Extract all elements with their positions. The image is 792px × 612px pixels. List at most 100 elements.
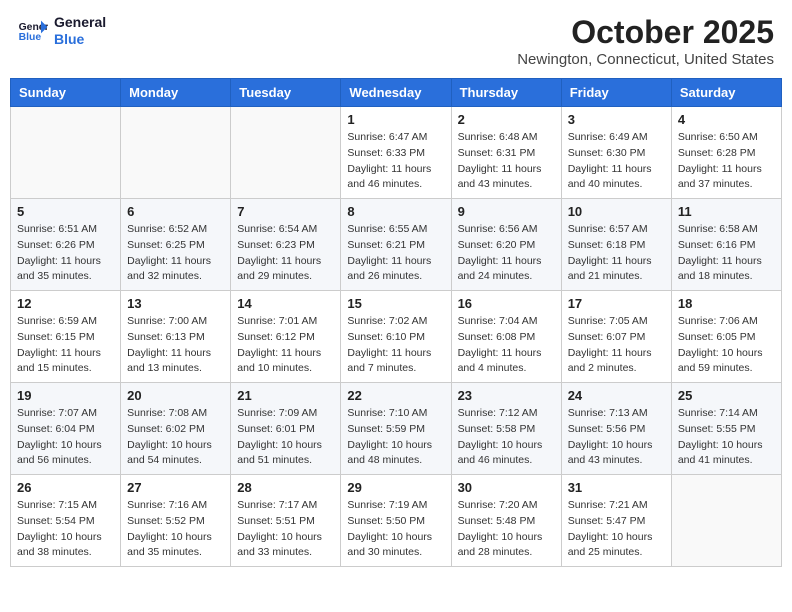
weekday-header: Wednesday (341, 79, 451, 107)
day-info: Sunrise: 7:06 AMSunset: 6:05 PMDaylight:… (678, 314, 775, 377)
calendar-header-row: SundayMondayTuesdayWednesdayThursdayFrid… (11, 79, 782, 107)
calendar-cell: 28 Sunrise: 7:17 AMSunset: 5:51 PMDayligh… (231, 475, 341, 567)
calendar-cell: 11Sunrise: 6:58 AMSunset: 6:16 PMDayligh… (671, 199, 781, 291)
calendar-cell: 6 Sunrise: 6:52 AMSunset: 6:25 PMDaylight… (121, 199, 231, 291)
day-number: 25 (678, 388, 775, 403)
calendar-cell: 26 Sunrise: 7:15 AMSunset: 5:54 PMDayligh… (11, 475, 121, 567)
day-info: Sunrise: 7:08 AMSunset: 6:02 PMDaylight:… (127, 406, 224, 469)
day-info: Sunrise: 7:21 AMSunset: 5:47 PMDaylight:… (568, 498, 665, 561)
calendar-cell: 29Sunrise: 7:19 AMSunset: 5:50 PMDayligh… (341, 475, 451, 567)
day-number: 18 (678, 296, 775, 311)
day-number: 13 (127, 296, 224, 311)
day-number: 31 (568, 480, 665, 495)
weekday-header: Sunday (11, 79, 121, 107)
calendar-cell: 4 Sunrise: 6:50 AMSunset: 6:28 PMDaylight… (671, 107, 781, 199)
day-info: Sunrise: 6:57 AMSunset: 6:18 PMDaylight:… (568, 222, 665, 285)
day-number: 12 (17, 296, 114, 311)
calendar-week-row: 26 Sunrise: 7:15 AMSunset: 5:54 PMDayligh… (11, 475, 782, 567)
calendar-cell (231, 107, 341, 199)
day-number: 23 (458, 388, 555, 403)
day-number: 16 (458, 296, 555, 311)
calendar-cell: 24 Sunrise: 7:13 AMSunset: 5:56 PMDayligh… (561, 383, 671, 475)
day-info: Sunrise: 7:10 AMSunset: 5:59 PMDaylight:… (347, 406, 444, 469)
day-number: 9 (458, 204, 555, 219)
calendar-cell: 25 Sunrise: 7:14 AMSunset: 5:55 PMDayligh… (671, 383, 781, 475)
day-number: 24 (568, 388, 665, 403)
calendar-cell: 9 Sunrise: 6:56 AMSunset: 6:20 PMDaylight… (451, 199, 561, 291)
weekday-header: Saturday (671, 79, 781, 107)
day-info: Sunrise: 6:47 AMSunset: 6:33 PMDaylight:… (347, 130, 444, 193)
day-info: Sunrise: 7:09 AMSunset: 6:01 PMDaylight:… (237, 406, 334, 469)
day-info: Sunrise: 7:17 AMSunset: 5:51 PMDaylight:… (237, 498, 334, 561)
day-info: Sunrise: 7:00 AMSunset: 6:13 PMDaylight:… (127, 314, 224, 377)
calendar-cell: 19Sunrise: 7:07 AMSunset: 6:04 PMDayligh… (11, 383, 121, 475)
day-info: Sunrise: 7:13 AMSunset: 5:56 PMDaylight:… (568, 406, 665, 469)
day-info: Sunrise: 6:58 AMSunset: 6:16 PMDaylight:… (678, 222, 775, 285)
day-number: 14 (237, 296, 334, 311)
weekday-header: Tuesday (231, 79, 341, 107)
page-header: General Blue General Blue October 2025 N… (10, 10, 782, 72)
calendar-cell: 17 Sunrise: 7:05 AMSunset: 6:07 PMDayligh… (561, 291, 671, 383)
day-number: 15 (347, 296, 444, 311)
day-number: 10 (568, 204, 665, 219)
calendar-cell: 15 Sunrise: 7:02 AMSunset: 6:10 PMDayligh… (341, 291, 451, 383)
day-info: Sunrise: 7:20 AMSunset: 5:48 PMDaylight:… (458, 498, 555, 561)
day-number: 17 (568, 296, 665, 311)
calendar-cell: 14Sunrise: 7:01 AMSunset: 6:12 PMDayligh… (231, 291, 341, 383)
day-number: 30 (458, 480, 555, 495)
day-number: 27 (127, 480, 224, 495)
day-number: 26 (17, 480, 114, 495)
calendar-cell: 16 Sunrise: 7:04 AMSunset: 6:08 PMDayligh… (451, 291, 561, 383)
calendar-cell (671, 475, 781, 567)
calendar-cell: 27 Sunrise: 7:16 AMSunset: 5:52 PMDayligh… (121, 475, 231, 567)
calendar-cell: 2Sunrise: 6:48 AMSunset: 6:31 PMDaylight… (451, 107, 561, 199)
day-info: Sunrise: 6:54 AMSunset: 6:23 PMDaylight:… (237, 222, 334, 285)
day-info: Sunrise: 7:04 AMSunset: 6:08 PMDaylight:… (458, 314, 555, 377)
weekday-header: Thursday (451, 79, 561, 107)
day-info: Sunrise: 7:15 AMSunset: 5:54 PMDaylight:… (17, 498, 114, 561)
day-number: 6 (127, 204, 224, 219)
day-number: 4 (678, 112, 775, 127)
calendar-cell (11, 107, 121, 199)
calendar-cell: 31 Sunrise: 7:21 AMSunset: 5:47 PMDayligh… (561, 475, 671, 567)
calendar-table: SundayMondayTuesdayWednesdayThursdayFrid… (10, 78, 782, 567)
calendar-cell: 21Sunrise: 7:09 AMSunset: 6:01 PMDayligh… (231, 383, 341, 475)
title-block: October 2025 Newington, Connecticut, Uni… (517, 14, 774, 68)
calendar-cell: 5 Sunrise: 6:51 AMSunset: 6:26 PMDaylight… (11, 199, 121, 291)
calendar-cell (121, 107, 231, 199)
weekday-header: Monday (121, 79, 231, 107)
day-info: Sunrise: 7:05 AMSunset: 6:07 PMDaylight:… (568, 314, 665, 377)
day-info: Sunrise: 6:48 AMSunset: 6:31 PMDaylight:… (458, 130, 555, 193)
day-info: Sunrise: 6:59 AMSunset: 6:15 PMDaylight:… (17, 314, 114, 377)
calendar-cell: 20Sunrise: 7:08 AMSunset: 6:02 PMDayligh… (121, 383, 231, 475)
day-info: Sunrise: 7:02 AMSunset: 6:10 PMDaylight:… (347, 314, 444, 377)
calendar-week-row: 19Sunrise: 7:07 AMSunset: 6:04 PMDayligh… (11, 383, 782, 475)
day-info: Sunrise: 6:52 AMSunset: 6:25 PMDaylight:… (127, 222, 224, 285)
day-number: 1 (347, 112, 444, 127)
calendar-week-row: 1 Sunrise: 6:47 AMSunset: 6:33 PMDaylight… (11, 107, 782, 199)
day-info: Sunrise: 6:50 AMSunset: 6:28 PMDaylight:… (678, 130, 775, 193)
day-info: Sunrise: 7:14 AMSunset: 5:55 PMDaylight:… (678, 406, 775, 469)
calendar-cell: 12 Sunrise: 6:59 AMSunset: 6:15 PMDayligh… (11, 291, 121, 383)
location: Newington, Connecticut, United States (517, 51, 774, 68)
logo-text: General Blue (54, 14, 106, 48)
day-number: 3 (568, 112, 665, 127)
calendar-cell: 22 Sunrise: 7:10 AMSunset: 5:59 PMDayligh… (341, 383, 451, 475)
day-info: Sunrise: 6:51 AMSunset: 6:26 PMDaylight:… (17, 222, 114, 285)
calendar-cell: 3Sunrise: 6:49 AMSunset: 6:30 PMDaylight… (561, 107, 671, 199)
day-number: 28 (237, 480, 334, 495)
svg-text:Blue: Blue (19, 32, 42, 43)
calendar-cell: 7Sunrise: 6:54 AMSunset: 6:23 PMDaylight… (231, 199, 341, 291)
calendar-cell: 8Sunrise: 6:55 AMSunset: 6:21 PMDaylight… (341, 199, 451, 291)
day-number: 19 (17, 388, 114, 403)
month-title: October 2025 (517, 14, 774, 51)
day-info: Sunrise: 7:16 AMSunset: 5:52 PMDaylight:… (127, 498, 224, 561)
calendar-cell: 23Sunrise: 7:12 AMSunset: 5:58 PMDayligh… (451, 383, 561, 475)
day-info: Sunrise: 7:19 AMSunset: 5:50 PMDaylight:… (347, 498, 444, 561)
logo: General Blue General Blue (18, 14, 106, 48)
day-number: 22 (347, 388, 444, 403)
day-number: 8 (347, 204, 444, 219)
calendar-cell: 18 Sunrise: 7:06 AMSunset: 6:05 PMDayligh… (671, 291, 781, 383)
day-info: Sunrise: 6:56 AMSunset: 6:20 PMDaylight:… (458, 222, 555, 285)
day-number: 5 (17, 204, 114, 219)
